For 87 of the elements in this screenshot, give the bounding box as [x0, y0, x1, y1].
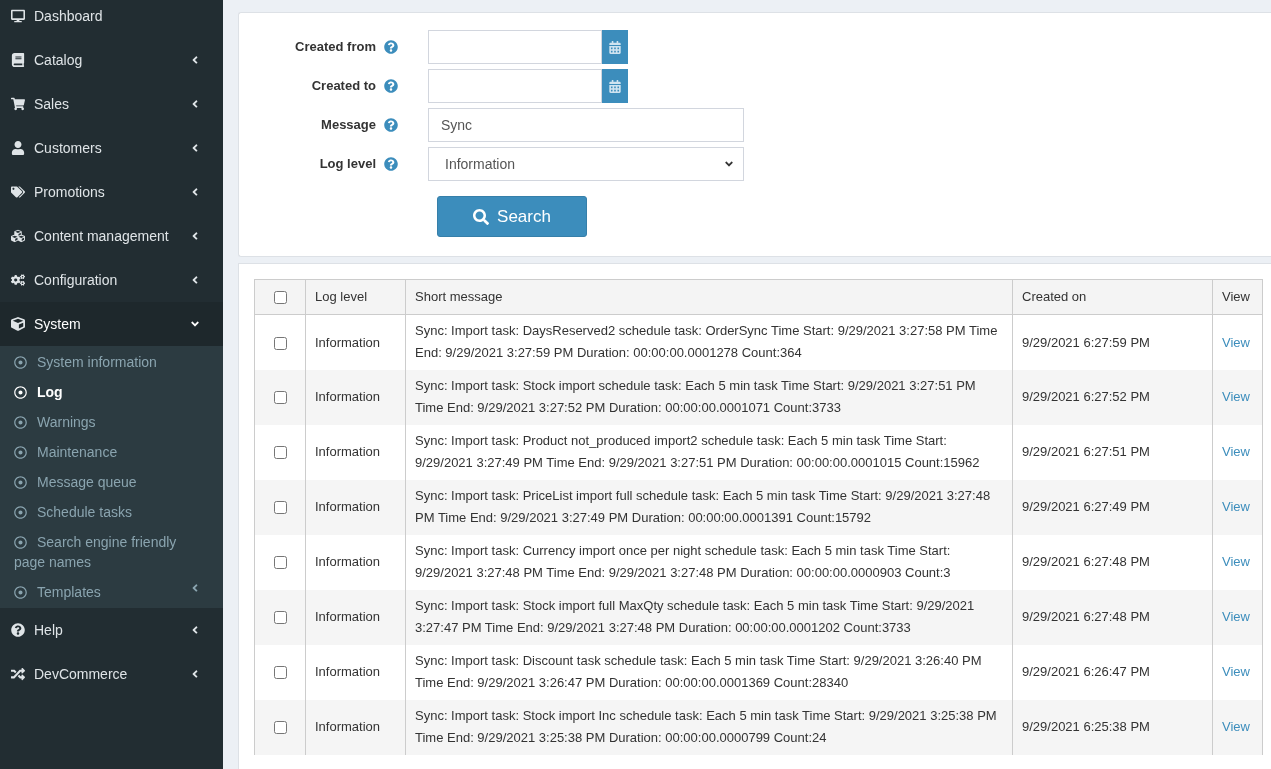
date-field[interactable]: [428, 30, 602, 64]
table-cell: Information: [305, 699, 406, 755]
sidebar-item[interactable]: Configuration: [0, 258, 223, 302]
table-cell: Information: [305, 369, 406, 425]
sidebar-item[interactable]: Dashboard: [0, 0, 223, 38]
table-cell: Sync: Import task: PriceList import full schedule task: Each 5 min task Time Start: 9/29/2021 3:27:48 PM Time End: 9/29/2021 3:27:49 PM Duration: 00:00:00.0001391 Count:15792: [405, 479, 1013, 535]
help-icon[interactable]: [384, 79, 398, 93]
search-icon: [473, 208, 490, 225]
view-link[interactable]: View: [1222, 664, 1250, 680]
help-icon[interactable]: [384, 157, 398, 171]
field-label: Log level: [319, 155, 376, 174]
table-cell: 9/29/2021 6:27:48 PM: [1012, 589, 1213, 645]
table-cell: 9/29/2021 6:27:49 PM: [1012, 479, 1213, 535]
table-cell: Information: [305, 314, 406, 370]
sidebar-item[interactable]: Promotions: [0, 170, 223, 214]
table-cell: 9/29/2021 6:27:48 PM: [1012, 534, 1213, 590]
calendar-icon: [609, 79, 621, 93]
table-cell: 9/29/2021 6:27:59 PM: [1012, 314, 1213, 370]
row-checkbox[interactable]: [273, 666, 287, 680]
log-level-select[interactable]: Information: [428, 147, 744, 181]
row-checkbox[interactable]: [273, 611, 287, 625]
table-cell: Sync: Import task: DaysReserved2 schedule task: OrderSync Time Start: 9/29/2021 3:27:58 PM Time End: 9/29/2021 3:27:59 PM Duration: 00:00:00.0001278 Count:364: [405, 314, 1013, 370]
column-header[interactable]: View: [1212, 279, 1263, 315]
table-cell: Information: [305, 479, 406, 535]
sidebar-item[interactable]: DevCommerce: [0, 652, 223, 696]
gears-icon: [11, 273, 25, 287]
help-icon[interactable]: [384, 118, 398, 132]
sidebar-item[interactable]: System: [0, 302, 223, 346]
row-checkbox[interactable]: [273, 336, 287, 350]
cart-icon: [11, 97, 25, 111]
sidebar-item[interactable]: Help: [0, 608, 223, 652]
calendar-button[interactable]: [602, 30, 628, 64]
column-header[interactable]: Short message: [405, 279, 1013, 315]
table-cell: Sync: Import task: Discount task schedule task: Each 5 min task Time Start: 9/29/2021 3:26:40 PM Time End: 9/29/2021 3:26:47 PM Duration: 00:00:00.0001369 Count:28340: [405, 644, 1013, 700]
field-label: Created to: [311, 77, 376, 96]
submenu-item[interactable]: Maintenance: [0, 437, 223, 467]
submenu-item[interactable]: Log: [0, 377, 223, 407]
cube-icon: [11, 317, 25, 331]
user-icon: [11, 141, 25, 155]
table-cell: Information: [305, 534, 406, 590]
calendar-button[interactable]: [602, 69, 628, 103]
table-cell: Information: [305, 589, 406, 645]
view-link[interactable]: View: [1222, 444, 1250, 460]
field-label: Created from: [295, 38, 376, 57]
table-cell: Sync: Import task: Product not_produced import2 schedule task: Each 5 min task Time Start: 9/29/2021 3:27:49 PM Time End: 9/29/2021 3:27:51 PM Duration: 00:00:00.0001015 Count:15962: [405, 424, 1013, 480]
row-checkbox[interactable]: [273, 556, 287, 570]
table-cell: 9/29/2021 6:26:47 PM: [1012, 644, 1213, 700]
date-field[interactable]: [428, 69, 602, 103]
table-cell: Sync: Import task: Stock import full MaxQty schedule task: Each 5 min task Time Start: 9/29/2021 3:27:47 PM Time End: 9/29/2021 3:27:48 PM Duration: 00:00:00.0001202 Count:3733: [405, 589, 1013, 645]
sidebar-item[interactable]: Catalog: [0, 38, 223, 82]
table-cell: 9/29/2021 6:25:38 PM: [1012, 699, 1213, 755]
view-link[interactable]: View: [1222, 334, 1250, 350]
shuffle-icon: [11, 667, 25, 681]
select-all-checkbox[interactable]: [273, 291, 287, 305]
submenu-item[interactable]: Warnings: [0, 407, 223, 437]
row-checkbox[interactable]: [273, 391, 287, 405]
sidebar-item[interactable]: Customers: [0, 126, 223, 170]
search-button[interactable]: Search: [437, 196, 587, 237]
submenu-item[interactable]: System information: [0, 347, 223, 377]
field-label: Message: [321, 116, 376, 135]
cubes-icon: [11, 229, 25, 243]
column-header[interactable]: Log level: [305, 279, 406, 315]
view-link[interactable]: View: [1222, 554, 1250, 570]
table-cell: Information: [305, 644, 406, 700]
submenu-item[interactable]: Search engine friendly page names: [0, 527, 223, 577]
table-cell: Sync: Import task: Stock import Inc schedule task: Each 5 min task Time Start: 9/29/2021 3:25:38 PM Time End: 9/29/2021 3:25:38 PM Duration: 00:00:00.0000799 Count:24: [405, 699, 1013, 755]
row-checkbox[interactable]: [273, 446, 287, 460]
submenu-item[interactable]: Schedule tasks: [0, 497, 223, 527]
book-icon: [11, 53, 25, 67]
table-cell: Sync: Import task: Stock import schedule task: Each 5 min task Time Start: 9/29/2021 3:27:51 PM Time End: 9/29/2021 3:27:52 PM Duration: 00:00:00.0001071 Count:3733: [405, 369, 1013, 425]
message-field[interactable]: Sync: [428, 108, 744, 142]
monitor-icon: [11, 9, 25, 23]
row-checkbox[interactable]: [273, 501, 287, 515]
calendar-icon: [609, 40, 621, 54]
sidebar-item[interactable]: Sales: [0, 82, 223, 126]
table-cell: Information: [305, 424, 406, 480]
table-cell: 9/29/2021 6:27:52 PM: [1012, 369, 1213, 425]
submenu-item[interactable]: Message queue: [0, 467, 223, 497]
submenu-item[interactable]: Templates: [0, 577, 223, 607]
row-checkbox[interactable]: [273, 721, 287, 735]
sidebar-item[interactable]: Content management: [0, 214, 223, 258]
tags-icon: [11, 185, 25, 199]
table-cell: Sync: Import task: Currency import once per night schedule task: Each 5 min task Time Start: 9/29/2021 3:27:48 PM Time End: 9/29/2021 3:27:48 PM Duration: 00:00:00.0000903 Count:3: [405, 534, 1013, 590]
table-cell: 9/29/2021 6:27:51 PM: [1012, 424, 1213, 480]
help-icon[interactable]: [384, 40, 398, 54]
question-icon: [11, 623, 25, 637]
column-header[interactable]: Created on: [1012, 279, 1213, 315]
